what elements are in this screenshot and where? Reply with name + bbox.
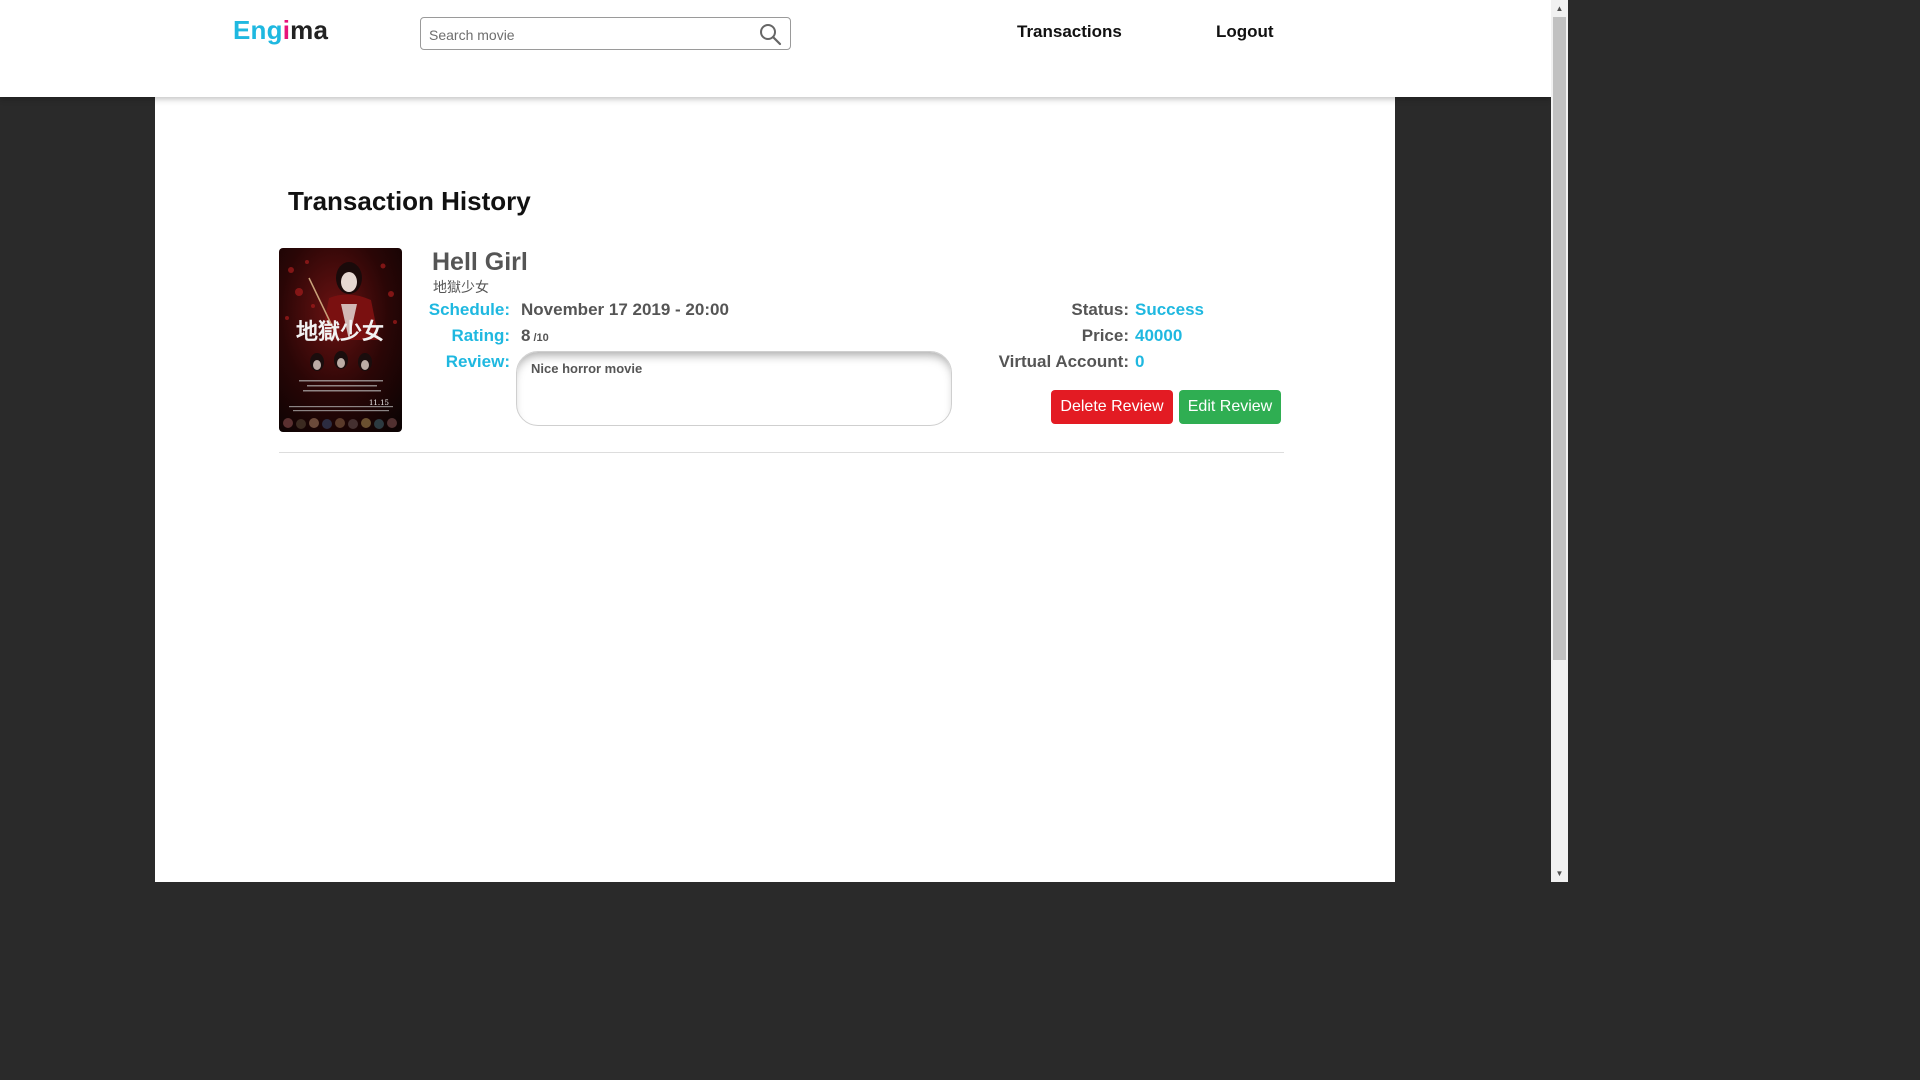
schedule-label: Schedule: <box>428 300 510 319</box>
movie-subtitle: 地獄少女 <box>433 280 489 296</box>
poster-title-text: 地獄少女 <box>296 319 384 345</box>
engima-logo[interactable]: Engima <box>233 15 328 46</box>
nav-transactions-link[interactable]: Transactions <box>1017 22 1122 42</box>
scroll-down-arrow-icon[interactable]: ▼ <box>1551 865 1568 882</box>
logo-part-1: Eng <box>233 15 283 45</box>
nav-logout-link[interactable]: Logout <box>1216 22 1274 42</box>
scroll-thumb[interactable] <box>1553 17 1566 660</box>
main-content: Transaction History 地獄少女 11.15 Hell Girl… <box>155 97 1395 882</box>
virtual-account-label: Virtual Account: <box>998 352 1129 371</box>
schedule-value: November 17 2019 - 20:00 <box>521 300 729 319</box>
review-label: Review: <box>445 352 510 371</box>
poster-image: 地獄少女 11.15 <box>279 248 402 432</box>
movie-poster: 地獄少女 11.15 <box>279 248 402 432</box>
delete-review-button[interactable]: Delete Review <box>1051 390 1173 424</box>
search-bar <box>420 17 791 50</box>
rating-value: 8 <box>521 326 531 345</box>
rating-label: Rating: <box>451 326 510 345</box>
page-title: Transaction History <box>288 186 531 216</box>
top-navbar: Engima Transactions Logout <box>0 0 1551 97</box>
logo-part-3: ma <box>290 15 329 45</box>
transaction-divider <box>279 452 1284 453</box>
price-label: Price: <box>1081 326 1129 345</box>
page: Engima Transactions Logout ▲ ▼ Transacti… <box>0 0 1568 882</box>
review-text-box: Nice horror movie <box>516 351 952 426</box>
search-input[interactable] <box>427 22 751 48</box>
price-value: 40000 <box>1135 326 1183 345</box>
search-icon[interactable] <box>758 22 782 46</box>
rating-value-group: 8/10 <box>521 326 549 346</box>
status-value: Success <box>1135 300 1204 319</box>
poster-date-text: 11.15 <box>369 399 389 407</box>
movie-title: Hell Girl <box>432 248 528 276</box>
page-scrollbar[interactable]: ▲ ▼ <box>1551 0 1568 882</box>
scroll-up-arrow-icon[interactable]: ▲ <box>1551 0 1568 17</box>
status-label: Status: <box>1071 300 1129 319</box>
virtual-account-value: 0 <box>1135 352 1145 371</box>
edit-review-button[interactable]: Edit Review <box>1179 390 1281 424</box>
rating-max: /10 <box>533 332 549 344</box>
